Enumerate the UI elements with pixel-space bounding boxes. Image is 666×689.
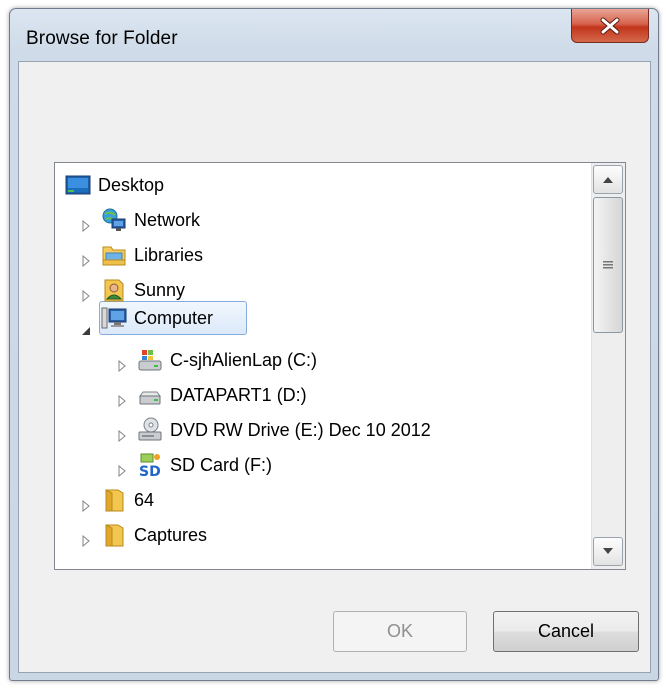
vertical-scrollbar[interactable]	[591, 163, 625, 569]
tree-item-network[interactable]: Network	[101, 203, 200, 237]
expand-arrow-drive-c[interactable]	[116, 360, 128, 372]
chevron-right-icon	[118, 430, 126, 442]
tree-item-drive-d[interactable]: DATAPART1 (D:)	[137, 378, 307, 412]
user-folder-icon	[101, 277, 127, 303]
tree-item-label: Sunny	[134, 279, 186, 300]
tree-item-label: Computer	[134, 307, 214, 328]
chevron-right-icon	[118, 465, 126, 477]
tree-item-label: DVD RW Drive (E:) Dec 10 2012	[170, 419, 431, 440]
expand-arrow-libraries[interactable]	[80, 255, 92, 267]
chevron-right-icon	[118, 360, 126, 372]
tree-item-label: SD Card (F:)	[170, 454, 273, 475]
folder-tree[interactable]: Desktop Network Libraries Sunny Computer…	[54, 162, 626, 570]
collapse-arrow-computer[interactable]	[80, 325, 92, 337]
close-button[interactable]	[571, 9, 649, 43]
close-icon	[600, 17, 620, 34]
title-bar[interactable]: Browse for Folder	[10, 9, 658, 61]
browse-for-folder-dialog: Browse for Folder Desktop Network Librar…	[9, 8, 659, 681]
tree-item-drive-e[interactable]: DVD RW Drive (E:) Dec 10 2012	[137, 413, 431, 447]
tree-item-libraries[interactable]: Libraries	[101, 238, 203, 272]
scroll-down-button[interactable]	[593, 537, 623, 566]
expand-arrow-captures[interactable]	[80, 535, 92, 547]
network-icon	[101, 207, 127, 233]
tree-item-desktop[interactable]: Desktop	[65, 168, 164, 202]
dvd-drive-icon	[137, 417, 163, 443]
chevron-down-icon	[82, 327, 90, 335]
dialog-title: Browse for Folder	[26, 28, 178, 49]
expand-arrow-sunny[interactable]	[80, 290, 92, 302]
tree-item-folder-64[interactable]: 64	[101, 483, 154, 517]
tree-item-label: Network	[134, 209, 201, 230]
tree-item-label: C-sjhAlienLap (C:)	[170, 349, 318, 370]
chevron-right-icon	[82, 290, 90, 302]
expand-arrow-network[interactable]	[80, 220, 92, 232]
cancel-button[interactable]: Cancel	[493, 611, 639, 652]
folder-icon	[101, 487, 127, 513]
expand-arrow-drive-e[interactable]	[116, 430, 128, 442]
expand-arrow-drive-f[interactable]	[116, 465, 128, 477]
ok-button[interactable]: OK	[333, 611, 467, 652]
dialog-client-area: Desktop Network Libraries Sunny Computer…	[18, 61, 651, 673]
tree-item-label: DATAPART1 (D:)	[170, 384, 307, 405]
expand-arrow-drive-d[interactable]	[116, 395, 128, 407]
chevron-right-icon	[82, 220, 90, 232]
tree-item-label: Captures	[134, 524, 208, 545]
scroll-thumb[interactable]	[593, 197, 623, 333]
system-drive-icon	[137, 347, 163, 373]
desktop-icon	[65, 172, 91, 198]
chevron-right-icon	[118, 395, 126, 407]
chevron-right-icon	[82, 500, 90, 512]
arrow-up-icon	[603, 177, 613, 183]
chevron-right-icon	[82, 255, 90, 267]
sd-card-icon: SD	[137, 452, 163, 478]
tree-item-label: Desktop	[98, 174, 165, 195]
expand-arrow-folder-64[interactable]	[80, 500, 92, 512]
arrow-down-icon	[603, 548, 613, 554]
tree-item-label: Libraries	[134, 244, 204, 265]
tree-item-captures[interactable]: Captures	[101, 518, 207, 552]
libraries-icon	[101, 242, 127, 268]
hard-drive-icon	[137, 382, 163, 408]
folder-icon	[101, 522, 127, 548]
scroll-up-button[interactable]	[593, 165, 623, 194]
computer-icon	[101, 305, 127, 331]
tree-item-drive-f[interactable]: SD SD Card (F:)	[137, 448, 272, 482]
chevron-right-icon	[82, 535, 90, 547]
grip-icon	[603, 261, 613, 269]
tree-item-computer[interactable]: Computer	[101, 301, 213, 335]
tree-item-drive-c[interactable]: C-sjhAlienLap (C:)	[137, 343, 317, 377]
tree-item-label: 64	[134, 489, 155, 510]
svg-text:SD: SD	[139, 464, 161, 478]
